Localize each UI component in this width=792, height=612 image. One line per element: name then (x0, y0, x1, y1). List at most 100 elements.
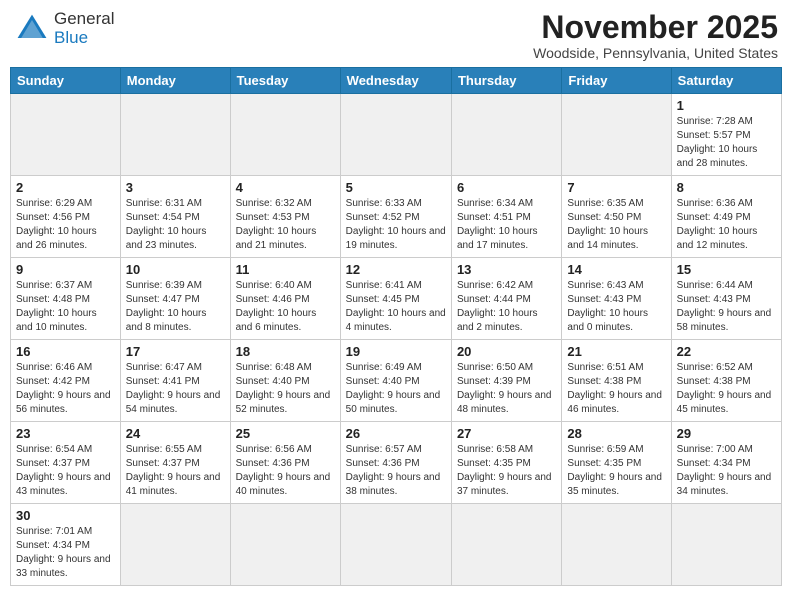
calendar-cell: 27Sunrise: 6:58 AM Sunset: 4:35 PM Dayli… (451, 422, 561, 504)
calendar-cell: 9 Sunrise: 6:37 AM Sunset: 4:48 PM Daylig… (11, 258, 121, 340)
day-number: 5 (346, 180, 446, 195)
calendar-table: SundayMondayTuesdayWednesdayThursdayFrid… (10, 67, 782, 586)
calendar-week-row: 16 Sunrise: 6:46 AM Sunset: 4:42 PM Dayli… (11, 340, 782, 422)
day-info: Sunrise: 6:50 AM Sunset: 4:39 PM Dayligh… (457, 361, 556, 417)
calendar-cell (340, 94, 451, 176)
day-info: Sunrise: 6:36 AM Sunset: 4:49 PM Dayligh… (677, 197, 776, 253)
day-number: 26 (346, 426, 446, 441)
day-number: 18 (236, 344, 335, 359)
calendar-cell: 4 Sunrise: 6:32 AM Sunset: 4:53 PM Daylig… (230, 176, 340, 258)
day-number: 14 (567, 262, 665, 277)
calendar-cell: 30 Sunrise: 7:01 AM Sunset: 4:34 PM Dayli… (11, 504, 121, 586)
day-info: Sunrise: 6:48 AM Sunset: 4:40 PM Dayligh… (236, 361, 335, 417)
day-info: Sunrise: 6:37 AM Sunset: 4:48 PM Dayligh… (16, 279, 115, 335)
day-info: Sunrise: 6:33 AM Sunset: 4:52 PM Dayligh… (346, 197, 446, 253)
day-number: 29 (677, 426, 776, 441)
calendar-cell: 13 Sunrise: 6:42 AM Sunset: 4:44 PM Dayli… (451, 258, 561, 340)
calendar-cell: 5 Sunrise: 6:33 AM Sunset: 4:52 PM Daylig… (340, 176, 451, 258)
day-number: 4 (236, 180, 335, 195)
logo: General Blue (14, 10, 114, 47)
calendar-cell: 1 Sunrise: 7:28 AM Sunset: 5:57 PM Daylig… (671, 94, 781, 176)
day-info: Sunrise: 7:00 AM Sunset: 4:34 PM Dayligh… (677, 443, 776, 499)
day-number: 16 (16, 344, 115, 359)
calendar-cell: 28Sunrise: 6:59 AM Sunset: 4:35 PM Dayli… (562, 422, 671, 504)
day-number: 27 (457, 426, 556, 441)
calendar-week-row: 30 Sunrise: 7:01 AM Sunset: 4:34 PM Dayli… (11, 504, 782, 586)
day-number: 3 (126, 180, 225, 195)
calendar-week-row: 23Sunrise: 6:54 AM Sunset: 4:37 PM Dayli… (11, 422, 782, 504)
day-info: Sunrise: 7:28 AM Sunset: 5:57 PM Dayligh… (677, 115, 776, 171)
calendar-cell (120, 504, 230, 586)
day-number: 25 (236, 426, 335, 441)
day-number: 19 (346, 344, 446, 359)
calendar-cell (451, 504, 561, 586)
day-number: 24 (126, 426, 225, 441)
calendar-cell: 23Sunrise: 6:54 AM Sunset: 4:37 PM Dayli… (11, 422, 121, 504)
calendar-header-saturday: Saturday (671, 68, 781, 94)
calendar-cell: 22Sunrise: 6:52 AM Sunset: 4:38 PM Dayli… (671, 340, 781, 422)
calendar-cell: 6Sunrise: 6:34 AM Sunset: 4:51 PM Daylig… (451, 176, 561, 258)
day-info: Sunrise: 6:55 AM Sunset: 4:37 PM Dayligh… (126, 443, 225, 499)
day-info: Sunrise: 6:51 AM Sunset: 4:38 PM Dayligh… (567, 361, 665, 417)
day-info: Sunrise: 6:54 AM Sunset: 4:37 PM Dayligh… (16, 443, 115, 499)
calendar-cell (671, 504, 781, 586)
day-number: 17 (126, 344, 225, 359)
calendar-cell: 18 Sunrise: 6:48 AM Sunset: 4:40 PM Dayli… (230, 340, 340, 422)
calendar-cell: 21 Sunrise: 6:51 AM Sunset: 4:38 PM Dayli… (562, 340, 671, 422)
calendar-week-row: 1 Sunrise: 7:28 AM Sunset: 5:57 PM Daylig… (11, 94, 782, 176)
day-info: Sunrise: 6:31 AM Sunset: 4:54 PM Dayligh… (126, 197, 225, 253)
day-info: Sunrise: 7:01 AM Sunset: 4:34 PM Dayligh… (16, 525, 115, 581)
logo-general: General (54, 10, 114, 29)
calendar-header-tuesday: Tuesday (230, 68, 340, 94)
calendar-cell: 20Sunrise: 6:50 AM Sunset: 4:39 PM Dayli… (451, 340, 561, 422)
day-info: Sunrise: 6:32 AM Sunset: 4:53 PM Dayligh… (236, 197, 335, 253)
day-number: 15 (677, 262, 776, 277)
day-info: Sunrise: 6:42 AM Sunset: 4:44 PM Dayligh… (457, 279, 556, 335)
calendar-cell (562, 94, 671, 176)
day-info: Sunrise: 6:57 AM Sunset: 4:36 PM Dayligh… (346, 443, 446, 499)
day-info: Sunrise: 6:43 AM Sunset: 4:43 PM Dayligh… (567, 279, 665, 335)
calendar-cell: 19 Sunrise: 6:49 AM Sunset: 4:40 PM Dayli… (340, 340, 451, 422)
calendar-cell: 15Sunrise: 6:44 AM Sunset: 4:43 PM Dayli… (671, 258, 781, 340)
calendar-header-friday: Friday (562, 68, 671, 94)
day-number: 30 (16, 508, 115, 523)
day-info: Sunrise: 6:49 AM Sunset: 4:40 PM Dayligh… (346, 361, 446, 417)
day-number: 9 (16, 262, 115, 277)
calendar-cell (11, 94, 121, 176)
day-number: 1 (677, 98, 776, 113)
calendar-cell: 29 Sunrise: 7:00 AM Sunset: 4:34 PM Dayli… (671, 422, 781, 504)
day-number: 8 (677, 180, 776, 195)
calendar-cell: 10Sunrise: 6:39 AM Sunset: 4:47 PM Dayli… (120, 258, 230, 340)
calendar-cell (340, 504, 451, 586)
calendar-cell (451, 94, 561, 176)
calendar-cell (230, 94, 340, 176)
calendar-cell: 14 Sunrise: 6:43 AM Sunset: 4:43 PM Dayli… (562, 258, 671, 340)
day-number: 7 (567, 180, 665, 195)
calendar-cell: 26 Sunrise: 6:57 AM Sunset: 4:36 PM Dayli… (340, 422, 451, 504)
day-info: Sunrise: 6:52 AM Sunset: 4:38 PM Dayligh… (677, 361, 776, 417)
day-info: Sunrise: 6:34 AM Sunset: 4:51 PM Dayligh… (457, 197, 556, 253)
calendar-cell: 12Sunrise: 6:41 AM Sunset: 4:45 PM Dayli… (340, 258, 451, 340)
day-info: Sunrise: 6:46 AM Sunset: 4:42 PM Dayligh… (16, 361, 115, 417)
calendar-header-monday: Monday (120, 68, 230, 94)
calendar-cell: 3 Sunrise: 6:31 AM Sunset: 4:54 PM Daylig… (120, 176, 230, 258)
day-number: 21 (567, 344, 665, 359)
day-number: 10 (126, 262, 225, 277)
calendar-cell (230, 504, 340, 586)
month-title: November 2025 (533, 10, 778, 45)
calendar-week-row: 9 Sunrise: 6:37 AM Sunset: 4:48 PM Daylig… (11, 258, 782, 340)
calendar-header-sunday: Sunday (11, 68, 121, 94)
logo-text: General Blue (54, 10, 114, 47)
day-info: Sunrise: 6:35 AM Sunset: 4:50 PM Dayligh… (567, 197, 665, 253)
calendar-week-row: 2Sunrise: 6:29 AM Sunset: 4:56 PM Daylig… (11, 176, 782, 258)
day-info: Sunrise: 6:40 AM Sunset: 4:46 PM Dayligh… (236, 279, 335, 335)
calendar-cell: 25Sunrise: 6:56 AM Sunset: 4:36 PM Dayli… (230, 422, 340, 504)
day-number: 13 (457, 262, 556, 277)
calendar-cell: 2Sunrise: 6:29 AM Sunset: 4:56 PM Daylig… (11, 176, 121, 258)
calendar-header-thursday: Thursday (451, 68, 561, 94)
day-info: Sunrise: 6:41 AM Sunset: 4:45 PM Dayligh… (346, 279, 446, 335)
calendar-cell: 11Sunrise: 6:40 AM Sunset: 4:46 PM Dayli… (230, 258, 340, 340)
page-header: General Blue November 2025 Woodside, Pen… (10, 10, 782, 61)
day-info: Sunrise: 6:47 AM Sunset: 4:41 PM Dayligh… (126, 361, 225, 417)
location: Woodside, Pennsylvania, United States (533, 45, 778, 61)
